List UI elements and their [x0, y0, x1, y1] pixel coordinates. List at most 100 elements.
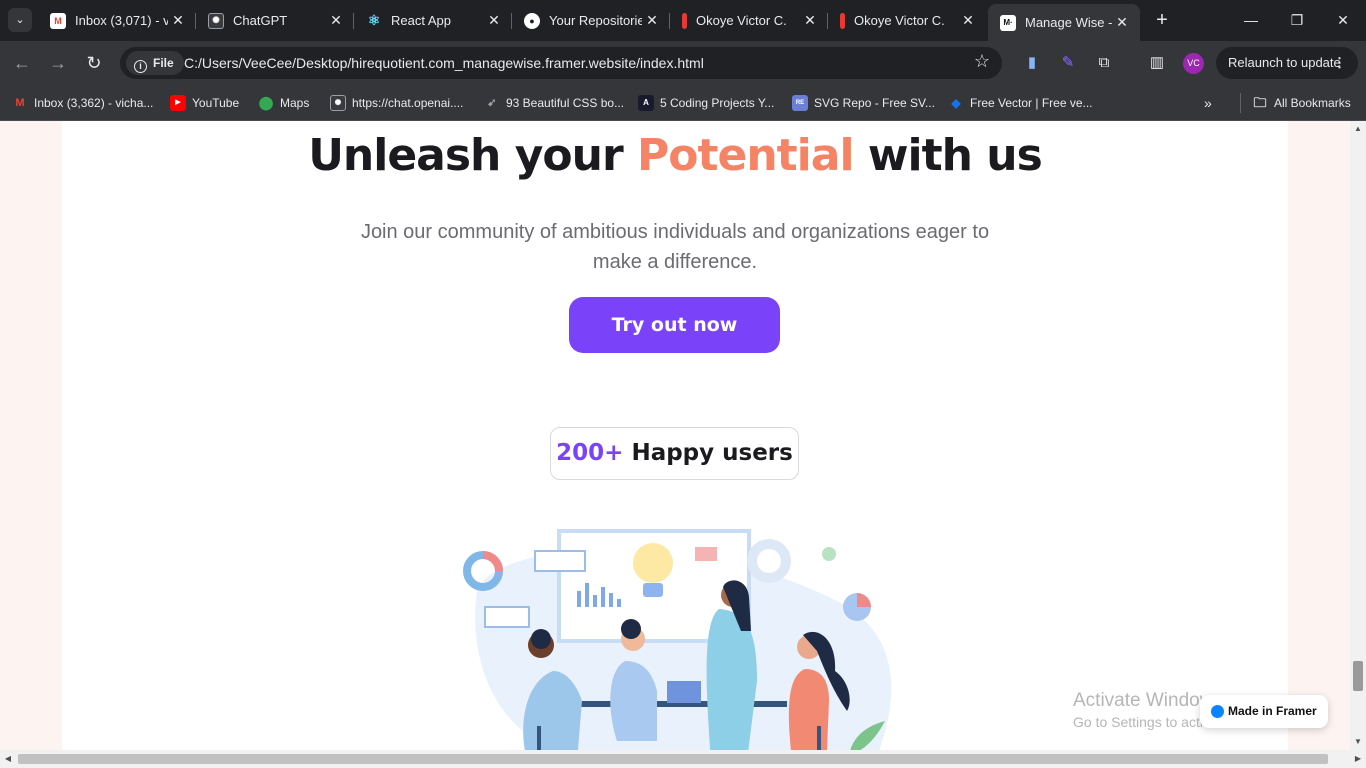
youtube-icon: ▶ [170, 95, 186, 111]
happy-users-badge: 200+ Happy users [550, 427, 799, 480]
close-icon[interactable]: ✕ [642, 12, 662, 29]
scroll-left-arrow-icon[interactable]: ◀ [0, 750, 16, 768]
framer-badge-label: Made in Framer [1228, 704, 1317, 718]
tab-title: Inbox (3,071) - vi [75, 13, 168, 28]
bookmark-label: https://chat.openai.... [352, 96, 464, 110]
vertical-scroll-thumb[interactable] [1353, 661, 1363, 691]
tab-title: ChatGPT [233, 13, 288, 28]
tab-react-app[interactable]: ⚛ React App ✕ [354, 5, 512, 36]
tab-chatgpt[interactable]: ✺ ChatGPT ✕ [196, 5, 354, 36]
all-bookmarks-label: All Bookmarks [1274, 96, 1351, 110]
tab-inbox[interactable]: M Inbox (3,071) - vi ✕ [38, 5, 196, 36]
bookmark-free-vector[interactable]: ◆ Free Vector | Free ve... [948, 93, 1093, 113]
chatgpt-icon: ✺ [208, 12, 224, 29]
scroll-up-arrow-icon[interactable]: ▲ [1350, 121, 1366, 137]
code-icon: A [638, 95, 654, 111]
bookmark-label: 5 Coding Projects Y... [660, 96, 775, 110]
relaunch-button[interactable]: Relaunch to update ⋮ [1216, 47, 1358, 79]
tab-title: Okoye Victor C. [696, 13, 787, 28]
freepik-icon: ◆ [951, 96, 961, 110]
side-panel-icon[interactable]: ▥ [1147, 53, 1167, 73]
reload-button[interactable]: ↻ [80, 49, 108, 77]
all-bookmarks-folder[interactable]: 🗀 All Bookmarks [1240, 93, 1351, 113]
bookmark-maps[interactable]: ⬤ Maps [258, 93, 310, 113]
bookmark-label: Free Vector | Free ve... [970, 96, 1093, 110]
globe-icon [1211, 705, 1224, 718]
close-window-button[interactable]: ✕ [1328, 8, 1358, 32]
close-icon[interactable]: ✕ [168, 12, 188, 29]
hero-subtitle: Join our community of ambitious individu… [360, 221, 990, 273]
tab-manage-wise[interactable]: M· Manage Wise - S ✕ [988, 4, 1140, 41]
horizontal-scroll-thumb[interactable] [18, 754, 1328, 764]
try-out-now-button[interactable]: Try out now [569, 297, 780, 353]
close-icon[interactable]: ✕ [326, 12, 346, 29]
bookmark-label: SVG Repo - Free SV... [814, 96, 935, 110]
team-collaboration-illustration [463, 529, 892, 750]
minimize-button[interactable]: — [1236, 8, 1266, 32]
github-icon: ● [524, 12, 540, 29]
tab-title: Manage Wise - S [1025, 15, 1112, 30]
bookmark-coding-projects[interactable]: A 5 Coding Projects Y... [638, 93, 774, 113]
bookmarks-bar: M Inbox (3,362) - vicha... ▶ YouTube ⬤ Maps… [0, 85, 1366, 121]
site-info-chip[interactable]: i File [126, 51, 184, 75]
forward-button[interactable]: → [44, 49, 72, 77]
extension-pen-icon[interactable]: ✎ [1058, 53, 1078, 73]
bookmark-css-buttons[interactable]: ➹ 93 Beautiful CSS bo... [484, 93, 624, 113]
file-chip-label: File [153, 56, 174, 70]
bookmark-label: Inbox (3,362) - vicha... [34, 96, 154, 110]
back-button[interactable]: ← [8, 49, 36, 77]
new-tab-button[interactable]: + [1150, 8, 1174, 32]
tab-strip: ⌄ M Inbox (3,071) - vi ✕ ✺ ChatGPT ✕ ⚛ R… [0, 0, 1366, 41]
more-menu-icon[interactable]: ⋮ [1333, 47, 1346, 79]
close-icon[interactable]: ✕ [800, 12, 820, 29]
react-icon: ⚛ [367, 12, 381, 28]
horizontal-scrollbar[interactable]: ◀ ▶ [0, 750, 1366, 768]
close-icon[interactable]: ✕ [958, 12, 978, 29]
bookmark-label: YouTube [192, 96, 240, 110]
bookmark-label: Maps [280, 96, 310, 110]
made-in-framer-badge[interactable]: Made in Framer [1200, 695, 1328, 728]
bookmark-label: 93 Beautiful CSS bo... [506, 96, 625, 110]
svgrepo-icon: RE [792, 95, 808, 111]
tab-search-button[interactable]: ⌄ [8, 8, 32, 32]
google-docs-extension-icon[interactable]: ▮ [1022, 53, 1042, 73]
hero-title-accent: Potential [636, 130, 855, 181]
tab-title: React App [391, 13, 451, 28]
gmail-icon: M [15, 97, 25, 109]
vertical-scrollbar[interactable]: ▲ ▼ [1350, 121, 1366, 750]
url-text[interactable]: C:/Users/VeeCee/Desktop/hirequotient.com… [184, 47, 704, 79]
gmail-icon: M [50, 12, 66, 29]
managewise-icon: M· [1000, 14, 1016, 31]
bookmark-star-icon[interactable]: ☆ [974, 51, 990, 72]
chatgpt-icon: ✺ [330, 95, 346, 111]
profile-avatar[interactable]: VC [1183, 53, 1204, 74]
tab-okoye-1[interactable]: Okoye Victor C. ✕ [670, 5, 828, 36]
tab-repositories[interactable]: ● Your Repositorie ✕ [512, 5, 670, 36]
relaunch-label: Relaunch to update [1228, 55, 1341, 70]
extensions-puzzle-icon[interactable]: ⧉ [1094, 53, 1114, 73]
tab-title: Your Repositorie [549, 13, 642, 28]
users-count: 200+ [556, 440, 624, 466]
tab-okoye-2[interactable]: Okoye Victor C. ✕ [828, 5, 986, 36]
maps-icon: ⬤ [258, 95, 274, 110]
hero-title-end: with us [853, 130, 1043, 181]
bookmark-inbox[interactable]: M Inbox (3,362) - vicha... [12, 93, 153, 113]
bookmark-chat-openai[interactable]: ✺ https://chat.openai.... [330, 93, 463, 113]
address-bar[interactable]: i File C:/Users/VeeCee/Desktop/hirequotie… [120, 47, 1002, 79]
more-bookmarks-icon[interactable]: » [1204, 93, 1212, 113]
bookmark-youtube[interactable]: ▶ YouTube [170, 93, 239, 113]
tab-title: Okoye Victor C. [854, 13, 945, 28]
page-viewport: Unleash your Potential with us Join our … [0, 121, 1350, 750]
browser-toolbar: ← → ↻ i File C:/Users/VeeCee/Desktop/hire… [0, 41, 1366, 85]
close-icon[interactable]: ✕ [1112, 14, 1132, 31]
folder-icon: 🗀 [1253, 95, 1267, 110]
pdf-icon [840, 12, 845, 29]
scroll-right-arrow-icon[interactable]: ▶ [1350, 750, 1366, 768]
scroll-down-arrow-icon[interactable]: ▼ [1350, 734, 1366, 750]
cursor-icon: ➹ [487, 97, 497, 109]
close-icon[interactable]: ✕ [484, 12, 504, 29]
restore-button[interactable]: ❐ [1282, 8, 1312, 32]
hero-section: Unleash your Potential with us Join our … [62, 121, 1288, 750]
pdf-icon [682, 12, 687, 29]
bookmark-svg-repo[interactable]: RE SVG Repo - Free SV... [792, 93, 935, 113]
